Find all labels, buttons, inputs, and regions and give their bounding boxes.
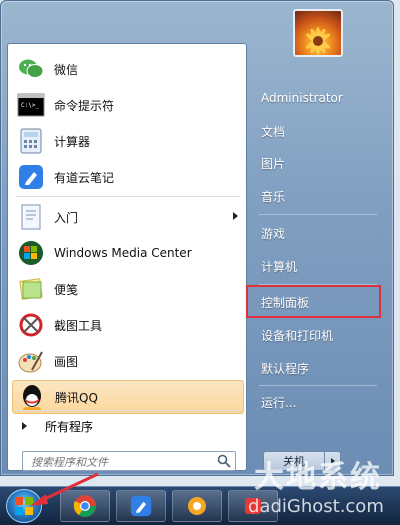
- program-item-paint[interactable]: 画图: [12, 344, 244, 378]
- search-box[interactable]: [22, 451, 236, 471]
- search-icon[interactable]: [217, 454, 231, 468]
- app-icon: [245, 498, 261, 514]
- program-item-calculator[interactable]: 计算器: [12, 124, 244, 158]
- program-item-media-center[interactable]: Windows Media Center: [12, 236, 244, 270]
- right-item-label: 图片: [261, 156, 286, 171]
- program-panel: 微信 C:\>_ 命令提示符 计算器 有道云笔记 入门 Windows Medi…: [7, 43, 247, 471]
- program-item-snipping-tool[interactable]: 截图工具: [12, 308, 244, 342]
- taskbar-youdao-button[interactable]: [116, 490, 166, 522]
- shutdown-button[interactable]: 关机: [263, 451, 325, 471]
- right-item-computer[interactable]: 计算机: [255, 252, 381, 280]
- highlight-annotation-box: [246, 285, 381, 318]
- taskbar-app-button-2[interactable]: [228, 490, 278, 522]
- program-label: 微信: [54, 62, 79, 77]
- user-name-label: Administrator: [261, 91, 343, 105]
- svg-text:C:\>_: C:\>_: [21, 102, 39, 109]
- program-label: Windows Media Center: [54, 246, 192, 260]
- program-label: 截图工具: [54, 318, 103, 333]
- getting-started-icon: [16, 202, 46, 232]
- program-item-wechat[interactable]: 微信: [12, 52, 244, 86]
- right-item-label: 运行...: [261, 395, 297, 410]
- arrow-right-icon: [330, 458, 335, 464]
- taskbar-app-button[interactable]: [172, 490, 222, 522]
- qq-icon: [17, 382, 47, 412]
- right-item-games[interactable]: 游戏: [255, 219, 381, 247]
- program-item-cmd[interactable]: C:\>_ 命令提示符: [12, 88, 244, 122]
- app-icon: [188, 497, 206, 515]
- program-item-youdao-note[interactable]: 有道云笔记: [12, 160, 244, 194]
- right-item-label: 计算机: [261, 259, 298, 274]
- right-item-pictures[interactable]: 图片: [255, 149, 381, 177]
- right-item-label: 设备和打印机: [261, 328, 334, 343]
- divider: [16, 410, 240, 411]
- youdao-note-icon: [130, 495, 152, 517]
- program-item-getting-started[interactable]: 入门: [12, 200, 244, 234]
- right-panel: Administrator 文档 图片 音乐 游戏 计算机 控制面板 设备和打印…: [249, 1, 389, 475]
- right-item-music[interactable]: 音乐: [255, 182, 381, 210]
- arrow-right-icon: [22, 422, 27, 430]
- media-center-icon: [16, 238, 46, 268]
- sticky-notes-icon: [16, 274, 46, 304]
- shutdown-options-button[interactable]: [325, 451, 341, 471]
- right-item-default-programs[interactable]: 默认程序: [255, 354, 381, 382]
- user-avatar[interactable]: [293, 9, 343, 57]
- snipping-tool-icon: [16, 310, 46, 340]
- paint-icon: [16, 346, 46, 376]
- right-item-label: 音乐: [261, 189, 286, 204]
- all-programs-button[interactable]: 所有程序: [12, 414, 244, 438]
- flower-icon: [305, 27, 331, 55]
- youdao-note-icon: [16, 162, 46, 192]
- program-label: 便笺: [54, 282, 79, 297]
- program-label: 计算器: [54, 134, 91, 149]
- program-label: 命令提示符: [54, 98, 115, 113]
- separator: [259, 214, 377, 215]
- separator: [259, 385, 377, 386]
- submenu-arrow-icon[interactable]: [233, 212, 238, 220]
- shutdown-label: 关机: [283, 455, 305, 468]
- user-name-link[interactable]: Administrator: [255, 84, 381, 112]
- cmd-icon: C:\>_: [16, 90, 46, 120]
- annotation-arrow-icon: [30, 472, 99, 506]
- program-label: 画图: [54, 354, 79, 369]
- right-item-run[interactable]: 运行...: [255, 388, 381, 416]
- program-item-qq[interactable]: 腾讯QQ: [12, 380, 244, 414]
- wechat-icon: [16, 54, 46, 84]
- search-input[interactable]: [29, 453, 213, 471]
- program-label: 腾讯QQ: [55, 390, 98, 405]
- start-menu: 微信 C:\>_ 命令提示符 计算器 有道云笔记 入门 Windows Medi…: [0, 0, 394, 476]
- right-item-devices-printers[interactable]: 设备和打印机: [255, 321, 381, 349]
- right-item-label: 游戏: [261, 226, 286, 241]
- calculator-icon: [16, 126, 46, 156]
- program-item-sticky-notes[interactable]: 便笺: [12, 272, 244, 306]
- right-item-label: 默认程序: [261, 361, 310, 376]
- all-programs-label: 所有程序: [45, 419, 94, 434]
- right-item-label: 文档: [261, 124, 286, 139]
- right-item-documents[interactable]: 文档: [255, 117, 381, 145]
- divider: [16, 196, 240, 197]
- program-label: 入门: [54, 210, 79, 225]
- program-label: 有道云笔记: [54, 170, 115, 185]
